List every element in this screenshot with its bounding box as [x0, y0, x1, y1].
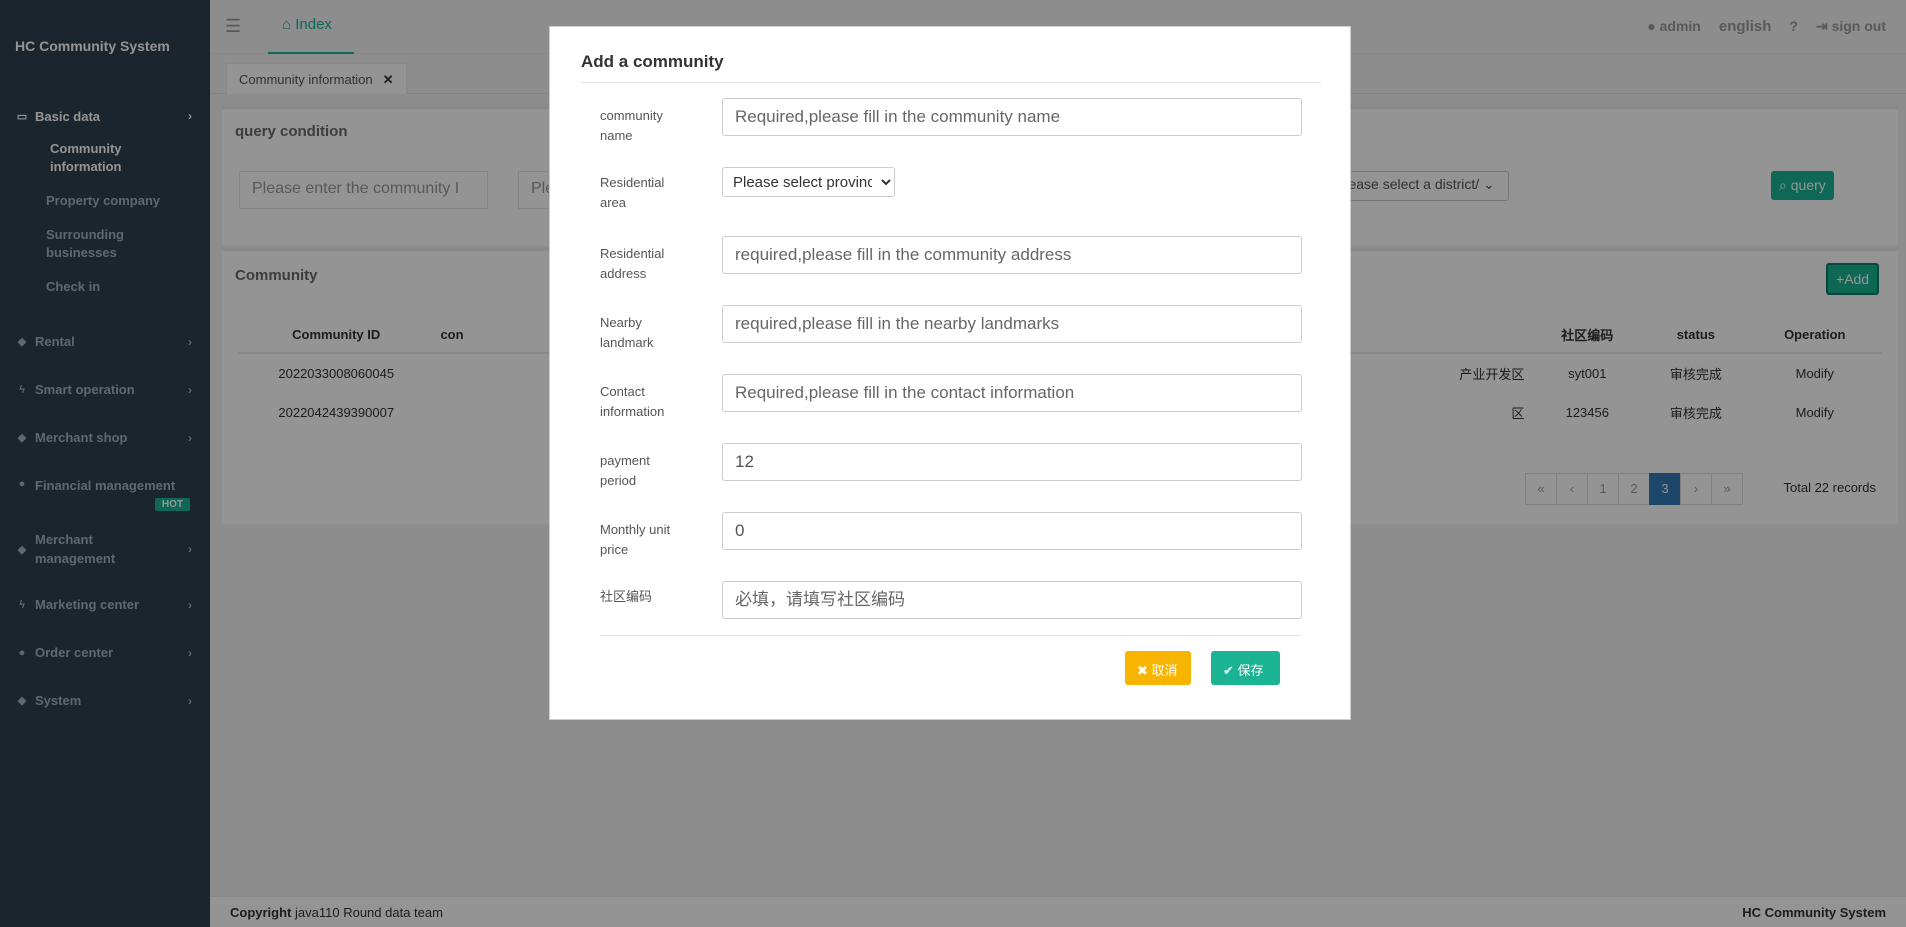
community-name-input[interactable] — [722, 98, 1302, 136]
save-label: 保存 — [1237, 663, 1264, 678]
field-label: 社区编码 — [600, 589, 653, 604]
monthly-unit-price-input[interactable] — [722, 512, 1302, 550]
field-label: Nearby landmark — [600, 315, 654, 350]
nearby-landmark-input[interactable] — [722, 305, 1302, 343]
check-icon: ✔ — [1223, 663, 1234, 678]
contact-information-input[interactable] — [722, 374, 1302, 412]
divider — [600, 635, 1302, 636]
divider — [581, 82, 1321, 83]
field-label: Contact information — [600, 384, 665, 419]
save-button[interactable]: ✔ 保存 — [1211, 651, 1280, 685]
field-label: community name — [600, 108, 663, 143]
community-address-input[interactable] — [722, 236, 1302, 274]
cancel-button[interactable]: ✖ 取消 — [1125, 651, 1191, 685]
cancel-label: 取消 — [1151, 663, 1178, 678]
community-code-input[interactable] — [722, 581, 1302, 619]
payment-period-input[interactable] — [722, 443, 1302, 481]
field-label: Residential address — [600, 246, 665, 281]
field-label: Monthly unit price — [600, 522, 671, 557]
province-select[interactable]: Please select province — [722, 167, 895, 197]
modal-title: Add a community — [581, 52, 724, 71]
close-icon: ✖ — [1137, 663, 1148, 678]
field-label: Residential area — [600, 175, 665, 210]
add-community-modal: Add a community community name Residenti… — [549, 26, 1351, 720]
field-label: payment period — [600, 453, 650, 488]
